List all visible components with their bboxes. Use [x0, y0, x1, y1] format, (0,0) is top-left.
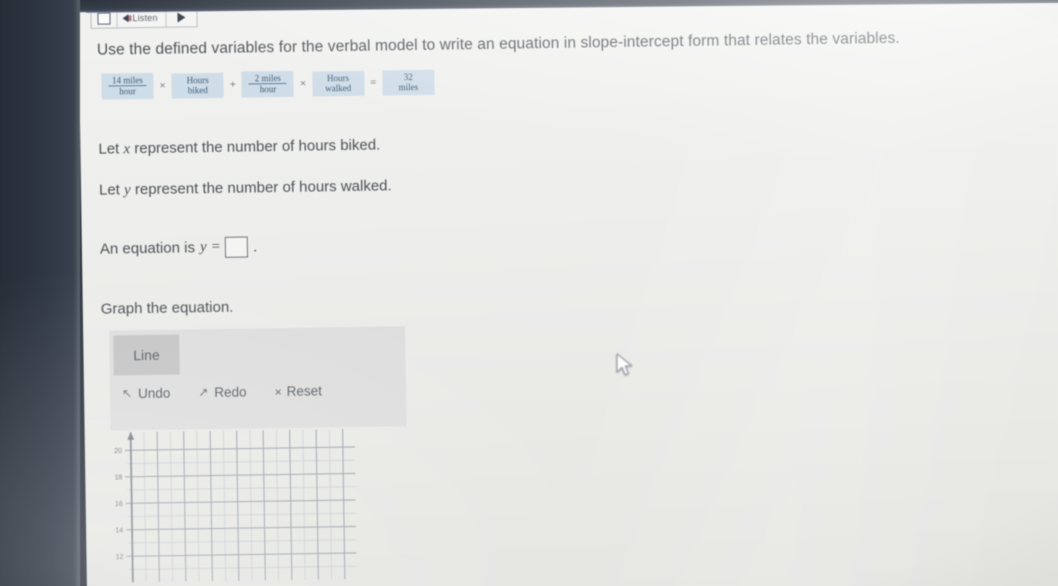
graph-action-row: ↖ Undo ↗ Redo × Reset: [122, 383, 322, 401]
hours-biked-line2: biked: [187, 84, 208, 95]
major-gridlines: [124, 429, 357, 582]
equation-equals-sign: =: [211, 238, 221, 256]
verbal-model-rate-biking: 14 miles hour: [101, 72, 154, 100]
equation-period: .: [252, 238, 258, 256]
verbal-model-hours-walked: Hours walked: [311, 70, 365, 97]
redo-button[interactable]: ↗ Redo: [198, 385, 246, 401]
equation-label: An equation is: [99, 239, 196, 258]
reset-button[interactable]: × Reset: [274, 383, 322, 399]
rate-biking-numerator: 14 miles: [108, 74, 147, 87]
graph-instruction: Graph the equation.: [100, 298, 234, 318]
speaker-icon: [122, 13, 129, 22]
equation-lhs: y: [199, 239, 207, 256]
total-miles-value: 32: [403, 71, 413, 82]
y-axis-arrow-icon: [127, 432, 135, 440]
rate-walking-numerator: 2 miles: [248, 72, 287, 85]
undo-button[interactable]: ↖ Undo: [122, 386, 170, 402]
play-icon: [177, 11, 186, 23]
photographed-screen: Listen Use the defined variables for the…: [0, 0, 1058, 586]
listen-button-label: Listen: [132, 12, 158, 23]
monitor-bezel-left: [0, 0, 80, 586]
variable-y: y: [123, 182, 131, 199]
let-y-prefix: Let: [98, 181, 121, 199]
total-miles-unit: miles: [398, 81, 419, 92]
screen-content: Listen Use the defined variables for the…: [78, 0, 1058, 586]
let-y-text: represent the number of hours walked.: [134, 177, 392, 199]
y-tick-label-16: 16: [115, 501, 123, 508]
hours-walked-line2: walked: [325, 82, 352, 93]
verbal-model: 14 miles hour × Hours biked + 2 miles ho…: [101, 69, 435, 100]
variable-x: x: [123, 141, 131, 158]
definition-y: Let y represent the number of hours walk…: [99, 177, 392, 199]
let-x-text: represent the number of hours biked.: [134, 136, 381, 158]
tool-line-button[interactable]: Line: [113, 334, 180, 376]
coordinate-grid[interactable]: 20 18 16 14 12: [111, 429, 357, 583]
y-axis: [129, 432, 134, 583]
redo-label: Redo: [214, 384, 247, 401]
definition-x: Let x represent the number of hours bike…: [98, 137, 380, 159]
equation-row: An equation is y = .: [100, 236, 258, 259]
hours-biked-line1: Hours: [186, 74, 209, 85]
operator-plus: +: [229, 78, 237, 91]
verbal-model-rate-walking: 2 miles hour: [241, 70, 295, 98]
question-prompt: Use the defined variables for the verbal…: [96, 29, 900, 59]
y-tick-label-12: 12: [116, 554, 124, 561]
y-tick-label-20: 20: [114, 448, 122, 455]
operator-times-2: ×: [299, 77, 307, 90]
operator-times-1: ×: [159, 79, 166, 92]
undo-arrow-icon: ↖: [121, 386, 133, 401]
y-tick-label-14: 14: [115, 527, 123, 534]
y-axis-tick-labels: 20 18 16 14 12: [114, 448, 124, 561]
verbal-model-total-miles: 32 miles: [382, 69, 435, 96]
graph-tool-panel: Line ↖ Undo ↗ Redo × Reset: [109, 326, 407, 431]
verbal-model-hours-biked: Hours biked: [171, 72, 224, 99]
hours-walked-line1: Hours: [326, 72, 350, 83]
rate-walking-denominator: hour: [259, 84, 277, 95]
operator-equals: =: [370, 76, 377, 89]
redo-arrow-icon: ↗: [198, 385, 209, 400]
rate-biking-denominator: hour: [119, 86, 136, 97]
close-x-icon: ×: [274, 384, 282, 399]
undo-label: Undo: [137, 385, 171, 402]
empty-square-checkbox-icon: [97, 12, 111, 25]
reset-label: Reset: [286, 383, 323, 399]
minor-gridlines: [127, 429, 357, 583]
grid-svg[interactable]: 20 18 16 14 12: [111, 429, 357, 583]
equation-answer-input[interactable]: [224, 236, 249, 258]
let-x-prefix: Let: [98, 140, 120, 158]
y-tick-label-18: 18: [114, 474, 122, 481]
mouse-pointer-icon: [616, 353, 633, 376]
